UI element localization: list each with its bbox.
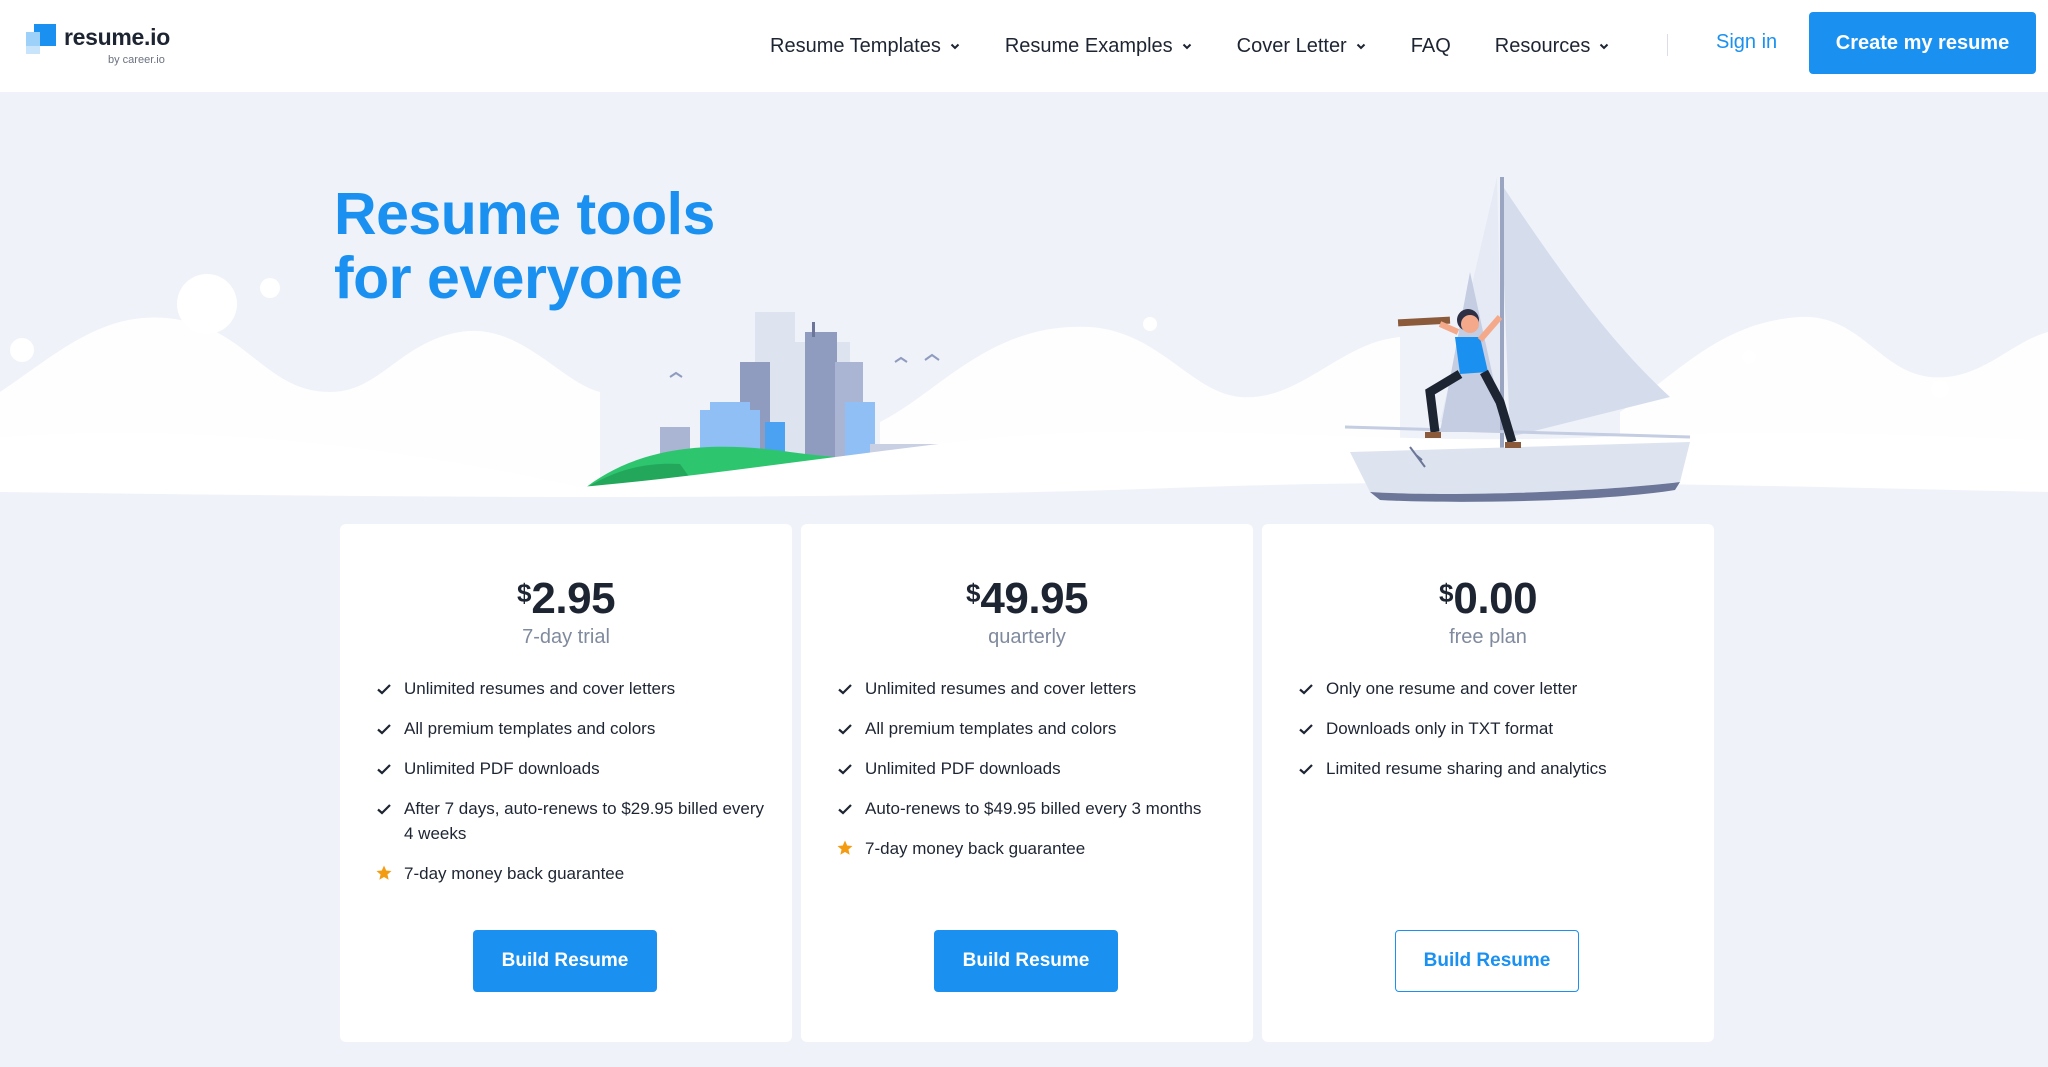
foam-bubble bbox=[260, 278, 280, 298]
feature-text: All premium templates and colors bbox=[865, 719, 1117, 738]
feature-list: Unlimited resumes and cover letters All p… bbox=[837, 676, 1227, 876]
nav-label: Resume Templates bbox=[770, 34, 941, 57]
foam-bubble bbox=[1931, 380, 1949, 398]
feature-text: All premium templates and colors bbox=[404, 719, 656, 738]
hero-illustration bbox=[0, 177, 2048, 522]
currency-symbol: $ bbox=[1438, 578, 1454, 608]
nav-resume-templates[interactable]: Resume Templates bbox=[770, 35, 961, 58]
plan-period: 7-day trial bbox=[522, 626, 610, 648]
nav-resume-examples[interactable]: Resume Examples bbox=[1005, 35, 1193, 58]
nav-divider bbox=[1667, 34, 1668, 56]
nav-label: Resources bbox=[1494, 34, 1591, 57]
nav-resources[interactable]: Resources bbox=[1495, 35, 1611, 58]
plan-price: $49.95 bbox=[801, 574, 1253, 624]
plan-price: $0.00 bbox=[1262, 574, 1714, 624]
top-navbar: resume.io by career.io Resume Templates … bbox=[0, 0, 2048, 92]
build-resume-button[interactable]: Build Resume bbox=[473, 930, 657, 992]
pricing-cards: $2.95 7-day trial Unlimited resumes and co… bbox=[340, 524, 1723, 1042]
plan-price: $2.95 bbox=[340, 574, 792, 624]
create-my-resume-button[interactable]: Create my resume bbox=[1809, 12, 2036, 74]
nav-faq[interactable]: FAQ bbox=[1411, 35, 1451, 58]
check-icon bbox=[1299, 724, 1313, 735]
feature-item: All premium templates and colors bbox=[837, 716, 1227, 741]
chevron-down-icon bbox=[1600, 43, 1609, 50]
foam-bubble bbox=[10, 338, 34, 362]
build-resume-button[interactable]: Build Resume bbox=[1395, 930, 1579, 992]
page-title-line-2: for everyone bbox=[334, 245, 683, 311]
chevron-down-icon bbox=[950, 43, 960, 50]
pricing-card-quarterly: $49.95 quarterly Unlimited resumes and cov… bbox=[801, 524, 1253, 1042]
feature-text: Limited resume sharing and analytics bbox=[1326, 759, 1607, 778]
feature-item: Downloads only in TXT format bbox=[1298, 716, 1688, 741]
feature-item: Limited resume sharing and analytics bbox=[1298, 756, 1688, 781]
plan-period: free plan bbox=[1449, 626, 1527, 648]
check-icon bbox=[377, 724, 391, 735]
logo-text: resume.io bbox=[64, 24, 170, 50]
resume-io-logo[interactable]: resume.io by career.io bbox=[26, 22, 186, 68]
foam-bubble bbox=[1742, 350, 1756, 364]
page-title: Resume tools for everyone bbox=[334, 182, 715, 310]
check-icon bbox=[377, 764, 391, 775]
page-title-line-1: Resume tools bbox=[334, 181, 715, 247]
feature-item: Unlimited resumes and cover letters bbox=[837, 676, 1227, 701]
check-icon bbox=[377, 804, 391, 815]
feature-text: Unlimited resumes and cover letters bbox=[865, 679, 1137, 698]
logo-subtext: by career.io bbox=[108, 54, 165, 66]
feature-list: Unlimited resumes and cover letters All p… bbox=[376, 676, 766, 901]
pricing-card-trial: $2.95 7-day trial Unlimited resumes and co… bbox=[340, 524, 792, 1042]
feature-item: 7-day money back guarantee bbox=[376, 861, 766, 886]
feature-item: Only one resume and cover letter bbox=[1298, 676, 1688, 701]
feature-text: Only one resume and cover letter bbox=[1326, 679, 1578, 698]
star-icon bbox=[376, 865, 392, 880]
feature-item: Unlimited PDF downloads bbox=[376, 756, 766, 781]
star-icon bbox=[837, 840, 853, 855]
price-amount: 49.95 bbox=[980, 574, 1089, 623]
nav-label: Resume Examples bbox=[1004, 34, 1173, 57]
feature-text: Unlimited PDF downloads bbox=[404, 759, 600, 778]
feature-text: After 7 days, auto-renews to $29.95 bill… bbox=[404, 799, 765, 843]
check-icon bbox=[377, 684, 391, 695]
nav-cover-letter[interactable]: Cover Letter bbox=[1237, 35, 1367, 58]
check-icon bbox=[838, 684, 852, 695]
check-icon bbox=[838, 724, 852, 735]
check-icon bbox=[1299, 764, 1313, 775]
feature-item: After 7 days, auto-renews to $29.95 bill… bbox=[376, 796, 766, 846]
sign-in-link[interactable]: Sign in bbox=[1716, 31, 1777, 54]
feature-item: Unlimited resumes and cover letters bbox=[376, 676, 766, 701]
logo-mark-icon bbox=[26, 24, 56, 54]
feature-item: Unlimited PDF downloads bbox=[837, 756, 1227, 781]
feature-text: Unlimited resumes and cover letters bbox=[404, 679, 676, 698]
feature-item: 7-day money back guarantee bbox=[837, 836, 1227, 861]
price-amount: 2.95 bbox=[531, 574, 616, 623]
hero-section: Resume tools for everyone bbox=[0, 92, 2048, 522]
chevron-down-icon bbox=[1356, 43, 1365, 50]
currency-symbol: $ bbox=[965, 578, 981, 608]
feature-text: Auto-renews to $49.95 billed every 3 mon… bbox=[865, 799, 1202, 818]
feature-text: Unlimited PDF downloads bbox=[865, 759, 1061, 778]
foam-bubble bbox=[177, 274, 237, 334]
check-icon bbox=[838, 804, 852, 815]
feature-item: Auto-renews to $49.95 billed every 3 mon… bbox=[837, 796, 1227, 821]
check-icon bbox=[1299, 684, 1313, 695]
plan-period: quarterly bbox=[988, 626, 1066, 648]
feature-text: Downloads only in TXT format bbox=[1326, 719, 1554, 738]
price-amount: 0.00 bbox=[1453, 574, 1538, 623]
chevron-down-icon bbox=[1182, 43, 1191, 50]
feature-text: 7-day money back guarantee bbox=[865, 839, 1086, 858]
pricing-card-free: $0.00 free plan Only one resume and cover … bbox=[1262, 524, 1714, 1042]
build-resume-button[interactable]: Build Resume bbox=[934, 930, 1118, 992]
check-icon bbox=[838, 764, 852, 775]
feature-list: Only one resume and cover letter Download… bbox=[1298, 676, 1688, 796]
foam-bubble bbox=[1143, 317, 1157, 331]
currency-symbol: $ bbox=[516, 578, 532, 608]
main-nav: Resume Templates Resume Examples Cover L… bbox=[770, 0, 1654, 92]
nav-label: FAQ bbox=[1410, 34, 1451, 57]
nav-label: Cover Letter bbox=[1236, 34, 1347, 57]
feature-item: All premium templates and colors bbox=[376, 716, 766, 741]
feature-text: 7-day money back guarantee bbox=[404, 864, 625, 883]
